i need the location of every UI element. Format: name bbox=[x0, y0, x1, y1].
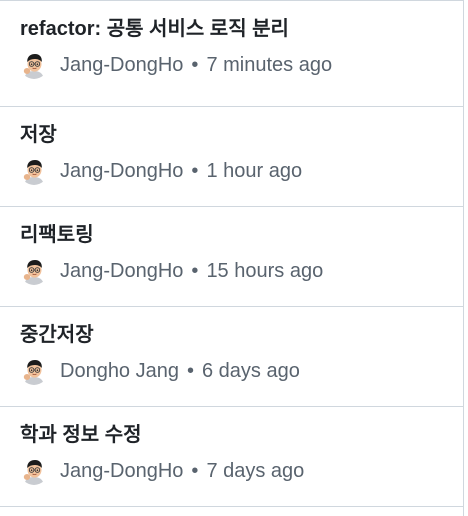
commit-meta: Jang-DongHo • 15 hours ago bbox=[20, 257, 443, 285]
memoji-avatar-icon[interactable] bbox=[20, 457, 48, 485]
commit-author[interactable]: Dongho Jang bbox=[60, 357, 179, 385]
commit-time: 6 days ago bbox=[202, 360, 300, 382]
meta-separator: • bbox=[191, 460, 199, 482]
commit-title[interactable]: refactor: 공통 서비스 로직 분리 bbox=[20, 15, 443, 43]
meta-separator: • bbox=[191, 260, 199, 282]
commit-list: refactor: 공통 서비스 로직 분리 Jang-DongHo • 7 m… bbox=[0, 0, 464, 516]
meta-separator: • bbox=[186, 360, 194, 382]
commit-title[interactable]: 리팩토링 bbox=[20, 221, 443, 249]
memoji-avatar-icon[interactable] bbox=[20, 157, 48, 185]
commit-title[interactable]: 저장 bbox=[20, 121, 443, 149]
commit-time: 7 minutes ago bbox=[206, 54, 333, 76]
commit-row[interactable]: 저장 Jang-DongHo • 1 hour ago bbox=[0, 107, 463, 207]
meta-separator: • bbox=[191, 160, 199, 182]
commit-time: 7 days ago bbox=[206, 460, 305, 482]
commit-meta: Jang-DongHo • 1 hour ago bbox=[20, 157, 443, 185]
commit-title[interactable]: 중간저장 bbox=[20, 321, 443, 349]
memoji-avatar-icon[interactable] bbox=[20, 51, 48, 79]
commit-row[interactable]: 중간저장 Dongho Jang • 6 days ago bbox=[0, 307, 463, 407]
commit-row[interactable]: refactor: 공통 서비스 로직 분리 Jang-DongHo • 7 m… bbox=[0, 1, 463, 107]
commit-meta: Jang-DongHo • 7 days ago bbox=[20, 457, 443, 485]
meta-separator: • bbox=[191, 54, 199, 76]
commit-author[interactable]: Jang-DongHo bbox=[60, 457, 183, 485]
commit-meta: Dongho Jang • 6 days ago bbox=[20, 357, 443, 385]
commit-meta: Jang-DongHo • 7 minutes ago bbox=[20, 51, 443, 79]
commit-row[interactable]: 리팩토링 Jang-DongHo • 15 hours ago bbox=[0, 207, 463, 307]
commit-author[interactable]: Jang-DongHo bbox=[60, 257, 183, 285]
commit-time: 15 hours ago bbox=[206, 260, 324, 282]
commit-title[interactable]: 학과 정보 수정 bbox=[20, 421, 443, 449]
commit-author[interactable]: Jang-DongHo bbox=[60, 51, 183, 79]
commit-author[interactable]: Jang-DongHo bbox=[60, 157, 183, 185]
memoji-avatar-icon[interactable] bbox=[20, 257, 48, 285]
commit-time: 1 hour ago bbox=[206, 160, 303, 182]
commit-row[interactable]: 학과 정보 수정 Jang-DongHo • 7 days ago bbox=[0, 407, 463, 507]
memoji-avatar-icon[interactable] bbox=[20, 357, 48, 385]
